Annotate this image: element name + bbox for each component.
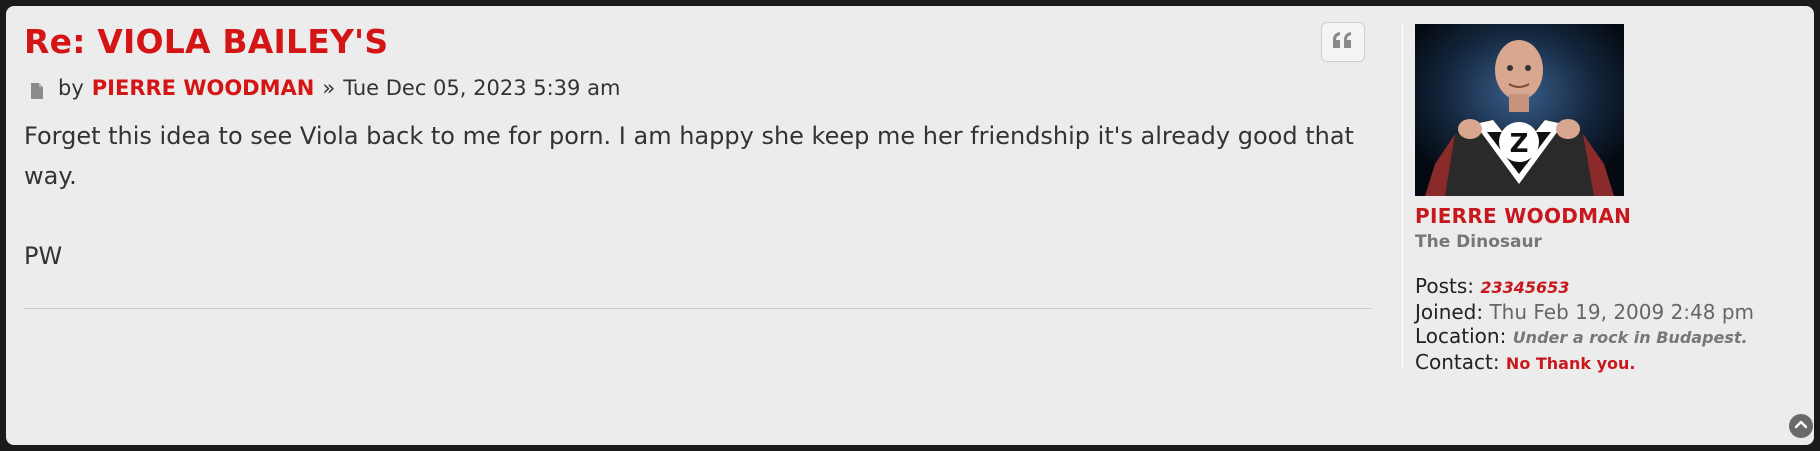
posts-label: Posts:: [1415, 274, 1475, 298]
posts-count-link[interactable]: 23345653: [1480, 278, 1569, 297]
post-author-link[interactable]: PIERRE WOODMAN: [92, 74, 315, 102]
post-date: Tue Dec 05, 2023 5:39 am: [343, 76, 621, 100]
post-content: Forget this idea to see Viola back to me…: [24, 116, 1376, 276]
profile-posts: Posts: 23345653: [1415, 274, 1569, 298]
profile-location: Location: Under a rock in Budapest.: [1415, 324, 1748, 348]
post-divider: [24, 308, 1372, 309]
back-to-top-button[interactable]: [1789, 414, 1813, 438]
quote-icon: [1331, 30, 1355, 54]
location-label: Location:: [1415, 324, 1507, 348]
post-author-line: by PIERRE WOODMAN » Tue Dec 05, 2023 5:3…: [24, 74, 1376, 102]
location-value: Under a rock in Budapest.: [1512, 328, 1748, 347]
contact-label: Contact:: [1415, 350, 1500, 374]
by-label: by: [58, 76, 84, 100]
profile-username[interactable]: PIERRE WOODMAN: [1415, 204, 1631, 228]
joined-date: Thu Feb 19, 2009 2:48 pm: [1489, 300, 1755, 324]
joined-label: Joined:: [1415, 300, 1484, 324]
file-icon[interactable]: [28, 79, 46, 99]
avatar-emblem-letter: Z: [1510, 129, 1529, 159]
post-title[interactable]: Re: VIOLA BAILEY'S: [24, 20, 1376, 64]
chevron-up-icon: [1794, 417, 1808, 436]
post-signature: PW: [24, 242, 63, 270]
profile-rank: The Dinosaur: [1415, 232, 1542, 252]
post-body: Re: VIOLA BAILEY'S by PIERRE WOODMAN » T…: [24, 20, 1376, 276]
post-paragraph: Forget this idea to see Viola back to me…: [24, 122, 1354, 190]
quote-button[interactable]: [1321, 22, 1365, 62]
post-container: Re: VIOLA BAILEY'S by PIERRE WOODMAN » T…: [6, 6, 1814, 445]
profile-contact: Contact: No Thank you.: [1415, 350, 1635, 374]
avatar[interactable]: Z: [1415, 24, 1624, 196]
post-profile: Z PIERRE WOODMAN The Dinosaur Posts: 233…: [1402, 22, 1802, 374]
separator: »: [322, 76, 336, 100]
contact-link[interactable]: No Thank you.: [1506, 354, 1636, 373]
profile-joined: Joined: Thu Feb 19, 2009 2:48 pm: [1415, 300, 1754, 324]
